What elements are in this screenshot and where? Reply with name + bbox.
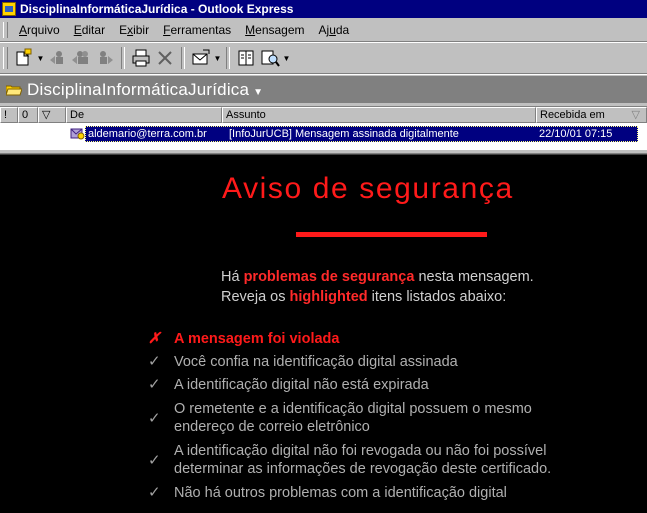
toolbar-separator: [181, 47, 185, 69]
addresses-icon[interactable]: [234, 46, 258, 70]
find-dropdown-icon[interactable]: ▼: [282, 54, 291, 63]
col-from[interactable]: De: [66, 107, 222, 123]
menu-ferramentas[interactable]: Ferramentas: [156, 23, 238, 37]
check-trusted-id: Você confia na identificação digital ass…: [174, 354, 458, 370]
folder-bar: DisciplinaInformáticaJurídica ▼: [0, 76, 647, 103]
row-received: 22/10/01 07:15: [539, 128, 613, 140]
col-received-label: Recebida em: [540, 109, 605, 121]
security-intro: Há problemas de segurança nesta mensagem…: [221, 269, 534, 305]
send-receive-dropdown-icon[interactable]: ▼: [213, 54, 222, 63]
message-list-header: ! 0 ▽ De Assunto Recebida em ▽: [0, 107, 647, 123]
check-mark-icon: ✓: [148, 353, 161, 370]
new-message-icon[interactable]: [12, 46, 36, 70]
sort-down-icon: ▽: [631, 109, 640, 121]
check-same-address-line2: endereço de correio eletrônico: [174, 419, 370, 435]
toolbar-separator: [121, 47, 125, 69]
new-message-dropdown-icon[interactable]: ▼: [36, 54, 45, 63]
row-from: aldemario@terra.com.br: [88, 128, 207, 140]
outlook-express-icon: [2, 2, 16, 16]
message-list: ! 0 ▽ De Assunto Recebida em ▽ aldemario…: [0, 106, 647, 150]
toolbar: ▼ ▼ ▼: [0, 43, 647, 74]
reply-all-icon[interactable]: [69, 46, 93, 70]
table-row[interactable]: aldemario@terra.com.br [InfoJurUCB] Mens…: [0, 126, 647, 143]
menu-bar-grip[interactable]: [3, 22, 8, 38]
highlight-highlighted: highlighted: [289, 289, 368, 305]
col-received[interactable]: Recebida em ▽: [536, 107, 647, 123]
reply-icon[interactable]: [45, 46, 69, 70]
check-mark-icon: ✓: [148, 376, 161, 393]
col-watch[interactable]: ▽: [38, 107, 66, 123]
check-not-expired: A identificação digital não está expirad…: [174, 377, 429, 393]
title-bar: DisciplinaInformáticaJurídica - Outlook …: [0, 0, 647, 18]
check-mark-icon: ✓: [148, 484, 161, 501]
window-title: DisciplinaInformáticaJurídica - Outlook …: [20, 2, 294, 16]
menu-bar: Arquivo Editar Exibir Ferramentas Mensag…: [0, 19, 647, 42]
check-mark-icon: ✓: [148, 410, 161, 427]
fail-x-icon: ✗: [148, 330, 161, 347]
signed-message-icon: [70, 126, 85, 142]
send-receive-icon[interactable]: [189, 46, 213, 70]
row-subject: [InfoJurUCB] Mensagem assinada digitalme…: [229, 128, 459, 140]
check-same-address-line1: O remetente e a identificação digital po…: [174, 401, 532, 417]
menu-arquivo[interactable]: Arquivo: [12, 23, 67, 37]
print-icon[interactable]: [129, 46, 153, 70]
check-no-other-problems: Não há outros problemas com a identifica…: [174, 485, 507, 501]
check-tampered: A mensagem foi violada: [174, 331, 340, 347]
highlight-problems: problemas de segurança: [243, 269, 415, 285]
menu-ajuda[interactable]: Ajuda: [312, 23, 357, 37]
col-priority[interactable]: !: [0, 107, 18, 123]
open-folder-icon: [5, 84, 23, 96]
find-icon[interactable]: [258, 46, 282, 70]
menu-mensagem[interactable]: Mensagem: [238, 23, 311, 37]
security-warning-title: Aviso de segurança: [222, 172, 514, 205]
check-mark-icon: ✓: [148, 452, 161, 469]
toolbar-separator: [226, 47, 230, 69]
toolbar-grip[interactable]: [3, 47, 8, 69]
menu-editar[interactable]: Editar: [67, 23, 112, 37]
check-not-revoked-line1: A identificação digital não foi revogada…: [174, 443, 547, 459]
col-attachment[interactable]: 0: [18, 107, 38, 123]
check-not-revoked-line2: determinar as informações de revogação d…: [174, 461, 552, 477]
preview-pane: Aviso de segurança Há problemas de segur…: [0, 154, 647, 513]
menu-exibir[interactable]: Exibir: [112, 23, 156, 37]
col-subject[interactable]: Assunto: [222, 107, 536, 123]
delete-icon[interactable]: [153, 46, 177, 70]
title-underline: [296, 232, 487, 237]
folder-dropdown-icon[interactable]: ▼: [253, 87, 263, 98]
forward-icon[interactable]: [93, 46, 117, 70]
current-folder-name[interactable]: DisciplinaInformáticaJurídica: [27, 80, 249, 100]
